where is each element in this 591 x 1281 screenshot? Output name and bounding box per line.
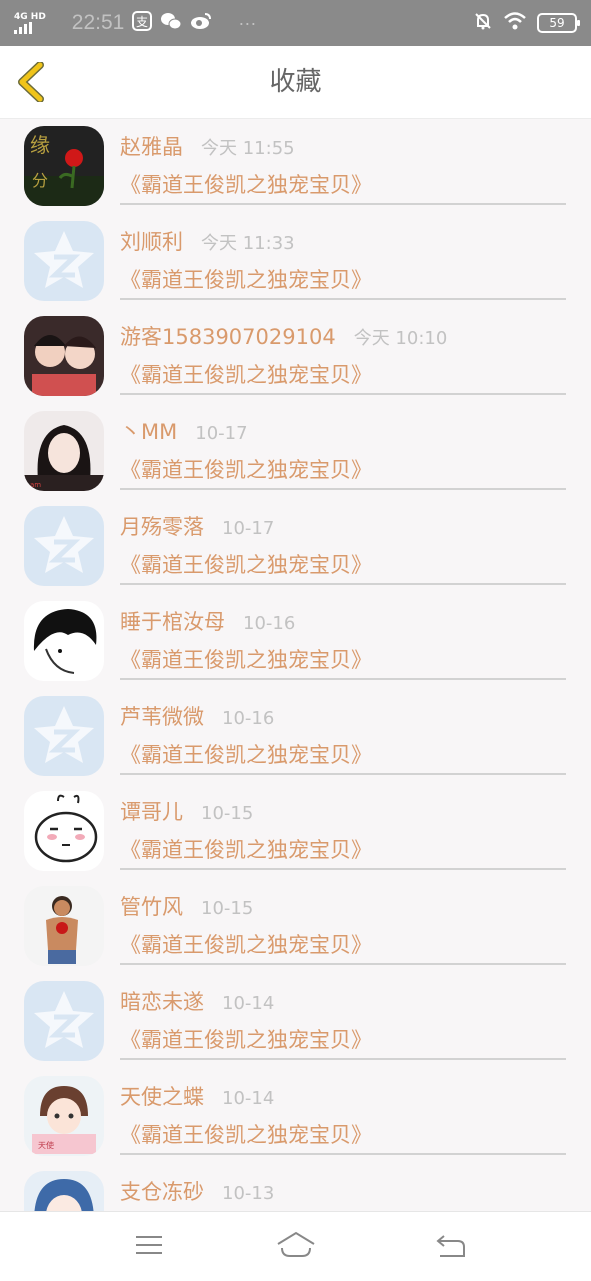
book-title[interactable]: 《霸道王俊凯之独宠宝贝》 bbox=[120, 264, 566, 300]
timestamp: 10-13 bbox=[222, 1183, 275, 1204]
list-item[interactable]: 天使 天使之蝶 10-14 《霸道王俊凯之独宠宝贝》 bbox=[0, 1069, 591, 1164]
avatar[interactable] bbox=[24, 981, 104, 1061]
user-name: 天使之蝶 bbox=[120, 1085, 204, 1109]
timestamp: 10-17 bbox=[195, 423, 248, 444]
avatar[interactable]: 天使 bbox=[24, 1076, 104, 1156]
avatar[interactable] bbox=[24, 316, 104, 396]
menu-icon[interactable] bbox=[134, 1230, 164, 1264]
home-icon[interactable] bbox=[276, 1230, 316, 1264]
svg-text:缘: 缘 bbox=[30, 133, 50, 157]
book-title[interactable]: 《霸道王俊凯之独宠宝贝》 bbox=[120, 1119, 566, 1155]
user-name: 支仓冻砂 bbox=[120, 1180, 204, 1204]
list-item[interactable]: 睡于棺汝母 10-16 《霸道王俊凯之独宠宝贝》 bbox=[0, 594, 591, 689]
clock: 22:51 bbox=[71, 11, 125, 34]
weibo-icon bbox=[190, 11, 212, 36]
avatar[interactable] bbox=[24, 506, 104, 586]
bell-off-icon bbox=[473, 11, 493, 35]
timestamp: 今天 10:10 bbox=[353, 328, 448, 349]
wifi-icon bbox=[503, 11, 527, 35]
status-bar: 4G HD 22:51 支 ··· 59 bbox=[0, 0, 591, 46]
user-name: 游客1583907029104 bbox=[120, 325, 336, 349]
more-notifications: ··· bbox=[238, 12, 257, 33]
battery-icon: 59 bbox=[537, 13, 580, 33]
avatar[interactable] bbox=[24, 1171, 104, 1211]
favorites-list: 缘分 赵雅晶 今天 11:55 《霸道王俊凯之独宠宝贝》 刘顺利 今天 11:3… bbox=[0, 119, 591, 1211]
list-item[interactable]: am 丶MM 10-17 《霸道王俊凯之独宠宝贝》 bbox=[0, 404, 591, 499]
user-name: 月殇零落 bbox=[120, 515, 204, 539]
user-name: 芦苇微微 bbox=[120, 705, 204, 729]
timestamp: 10-17 bbox=[222, 518, 275, 539]
list-item[interactable]: 游客1583907029104 今天 10:10 《霸道王俊凯之独宠宝贝》 bbox=[0, 309, 591, 404]
list-item[interactable]: 月殇零落 10-17 《霸道王俊凯之独宠宝贝》 bbox=[0, 499, 591, 594]
avatar[interactable] bbox=[24, 791, 104, 871]
user-name: 赵雅晶 bbox=[120, 135, 183, 159]
book-title[interactable]: 《霸道王俊凯之独宠宝贝》 bbox=[120, 359, 566, 395]
list-item[interactable]: 谭哥儿 10-15 《霸道王俊凯之独宠宝贝》 bbox=[0, 784, 591, 879]
svg-text:天使: 天使 bbox=[38, 1140, 54, 1150]
book-title[interactable]: 《霸道王俊凯之独宠宝贝》 bbox=[120, 644, 566, 680]
avatar[interactable] bbox=[24, 221, 104, 301]
user-name: 睡于棺汝母 bbox=[120, 610, 225, 634]
back-icon[interactable] bbox=[434, 1230, 466, 1264]
user-name: 谭哥儿 bbox=[120, 800, 183, 824]
timestamp: 10-15 bbox=[201, 803, 254, 824]
timestamp: 今天 11:33 bbox=[201, 233, 295, 254]
list-item[interactable]: 缘分 赵雅晶 今天 11:55 《霸道王俊凯之独宠宝贝》 bbox=[0, 119, 591, 214]
timestamp: 10-16 bbox=[222, 708, 275, 729]
list-item[interactable]: 刘顺利 今天 11:33 《霸道王俊凯之独宠宝贝》 bbox=[0, 214, 591, 309]
svg-text:支: 支 bbox=[136, 15, 148, 29]
wechat-icon bbox=[160, 11, 182, 36]
system-nav-bar bbox=[0, 1211, 591, 1281]
avatar[interactable] bbox=[24, 696, 104, 776]
book-title[interactable]: 《霸道王俊凯之独宠宝贝》 bbox=[120, 1024, 566, 1060]
timestamp: 今天 11:55 bbox=[201, 138, 295, 159]
list-item[interactable]: 暗恋未遂 10-14 《霸道王俊凯之独宠宝贝》 bbox=[0, 974, 591, 1069]
timestamp: 10-15 bbox=[201, 898, 254, 919]
book-title[interactable]: 《霸道王俊凯之独宠宝贝》 bbox=[120, 454, 566, 490]
user-name: 管竹风 bbox=[120, 895, 183, 919]
header: 收藏 bbox=[0, 46, 591, 119]
avatar[interactable] bbox=[24, 886, 104, 966]
avatar[interactable]: am bbox=[24, 411, 104, 491]
book-title[interactable]: 《霸道王俊凯之独宠宝贝》 bbox=[120, 739, 566, 775]
user-name: 丶MM bbox=[120, 420, 178, 444]
user-name: 刘顺利 bbox=[120, 230, 183, 254]
alipay-icon: 支 bbox=[132, 10, 153, 36]
page-title: 收藏 bbox=[269, 67, 322, 97]
book-title[interactable]: 《霸道王俊凯之独宠宝贝》 bbox=[120, 549, 566, 585]
network-type: 4G HD bbox=[14, 11, 46, 22]
timestamp: 10-14 bbox=[222, 993, 275, 1014]
avatar[interactable]: 缘分 bbox=[24, 126, 104, 206]
signal-icon: 4G HD bbox=[14, 11, 46, 34]
book-title[interactable]: 《霸道王俊凯之独宠宝贝》 bbox=[120, 929, 566, 965]
list-item[interactable]: 芦苇微微 10-16 《霸道王俊凯之独宠宝贝》 bbox=[0, 689, 591, 784]
avatar[interactable] bbox=[24, 601, 104, 681]
user-name: 暗恋未遂 bbox=[120, 990, 204, 1014]
timestamp: 10-16 bbox=[243, 613, 296, 634]
svg-text:am: am bbox=[30, 481, 41, 489]
list-item[interactable]: 支仓冻砂 10-13 bbox=[0, 1164, 591, 1211]
book-title[interactable]: 《霸道王俊凯之独宠宝贝》 bbox=[120, 169, 566, 205]
svg-text:分: 分 bbox=[32, 171, 48, 190]
timestamp: 10-14 bbox=[222, 1088, 275, 1109]
book-title[interactable]: 《霸道王俊凯之独宠宝贝》 bbox=[120, 834, 566, 870]
list-item[interactable]: 管竹风 10-15 《霸道王俊凯之独宠宝贝》 bbox=[0, 879, 591, 974]
